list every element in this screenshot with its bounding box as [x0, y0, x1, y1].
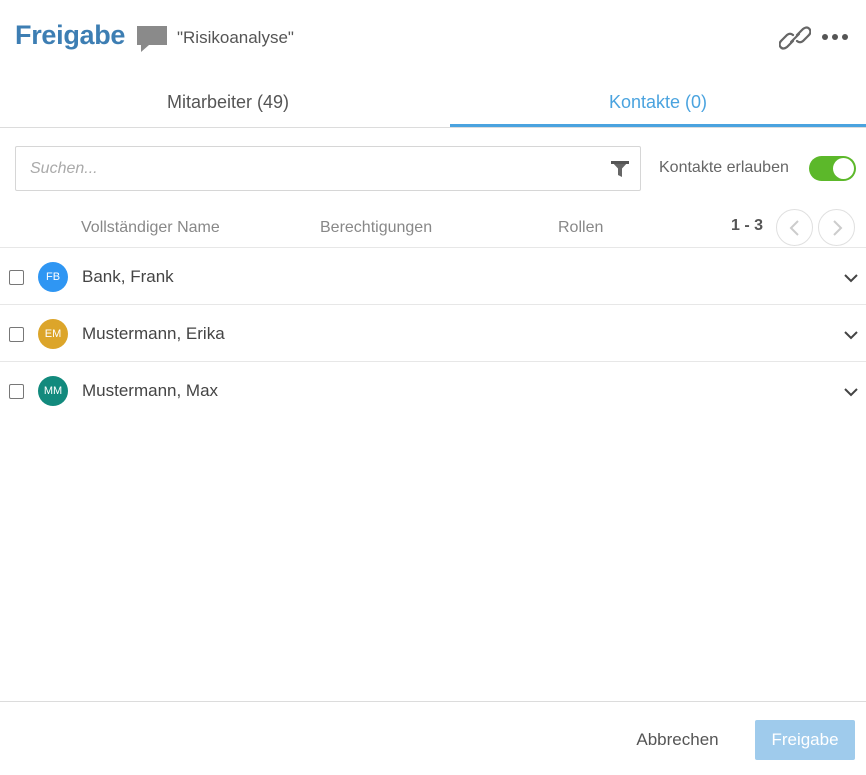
- tab-kontakte[interactable]: Kontakte (0): [450, 76, 866, 128]
- search-box: [15, 146, 641, 191]
- link-icon[interactable]: [779, 25, 811, 51]
- row-checkbox[interactable]: [9, 327, 24, 342]
- chevron-left-icon: [789, 220, 799, 236]
- allow-contacts-label: Kontakte erlauben: [659, 159, 789, 176]
- tab-mitarbeiter[interactable]: Mitarbeiter (49): [20, 76, 436, 128]
- table-row[interactable]: MM Mustermann, Max: [0, 361, 866, 418]
- search-input[interactable]: [16, 147, 576, 190]
- chevron-down-icon[interactable]: [843, 329, 859, 341]
- allow-contacts-toggle[interactable]: [809, 156, 856, 181]
- previous-page-button[interactable]: [776, 209, 813, 246]
- toggle-knob: [833, 158, 854, 179]
- column-header-name[interactable]: Vollständiger Name: [81, 219, 220, 237]
- avatar: EM: [38, 319, 68, 349]
- pager-range: 1 - 3: [731, 217, 764, 234]
- row-name: Mustermann, Erika: [82, 324, 225, 343]
- table-row[interactable]: FB Bank, Frank: [0, 247, 866, 304]
- comment-icon: [137, 26, 167, 52]
- row-name: Bank, Frank: [82, 267, 174, 286]
- share-button[interactable]: Freigabe: [755, 720, 855, 760]
- dialog-footer: Abbrechen Freigabe: [0, 701, 866, 775]
- row-name: Mustermann, Max: [82, 381, 219, 400]
- dialog-title: Freigabe: [15, 20, 126, 50]
- table-row[interactable]: EM Mustermann, Erika: [0, 304, 866, 361]
- column-header-permissions[interactable]: Berechtigungen: [320, 219, 432, 237]
- chevron-right-icon: [833, 220, 843, 236]
- more-icon[interactable]: [821, 30, 849, 44]
- contact-list: FB Bank, Frank EM Mustermann, Erika MM M…: [0, 247, 866, 418]
- next-page-button[interactable]: [818, 209, 855, 246]
- filter-icon[interactable]: [610, 159, 630, 179]
- avatar: MM: [38, 376, 68, 406]
- chevron-down-icon[interactable]: [843, 272, 859, 284]
- column-header-roles[interactable]: Rollen: [558, 219, 603, 237]
- avatar: FB: [38, 262, 68, 292]
- cancel-button[interactable]: Abbrechen: [625, 721, 730, 759]
- row-checkbox[interactable]: [9, 384, 24, 399]
- chevron-down-icon[interactable]: [843, 386, 859, 398]
- active-tab-indicator: [450, 124, 866, 127]
- dialog-header: Freigabe "Risikoanalyse": [0, 0, 866, 76]
- row-checkbox[interactable]: [9, 270, 24, 285]
- tab-bar: Mitarbeiter (49) Kontakte (0): [0, 76, 866, 128]
- document-name: "Risikoanalyse": [177, 28, 294, 47]
